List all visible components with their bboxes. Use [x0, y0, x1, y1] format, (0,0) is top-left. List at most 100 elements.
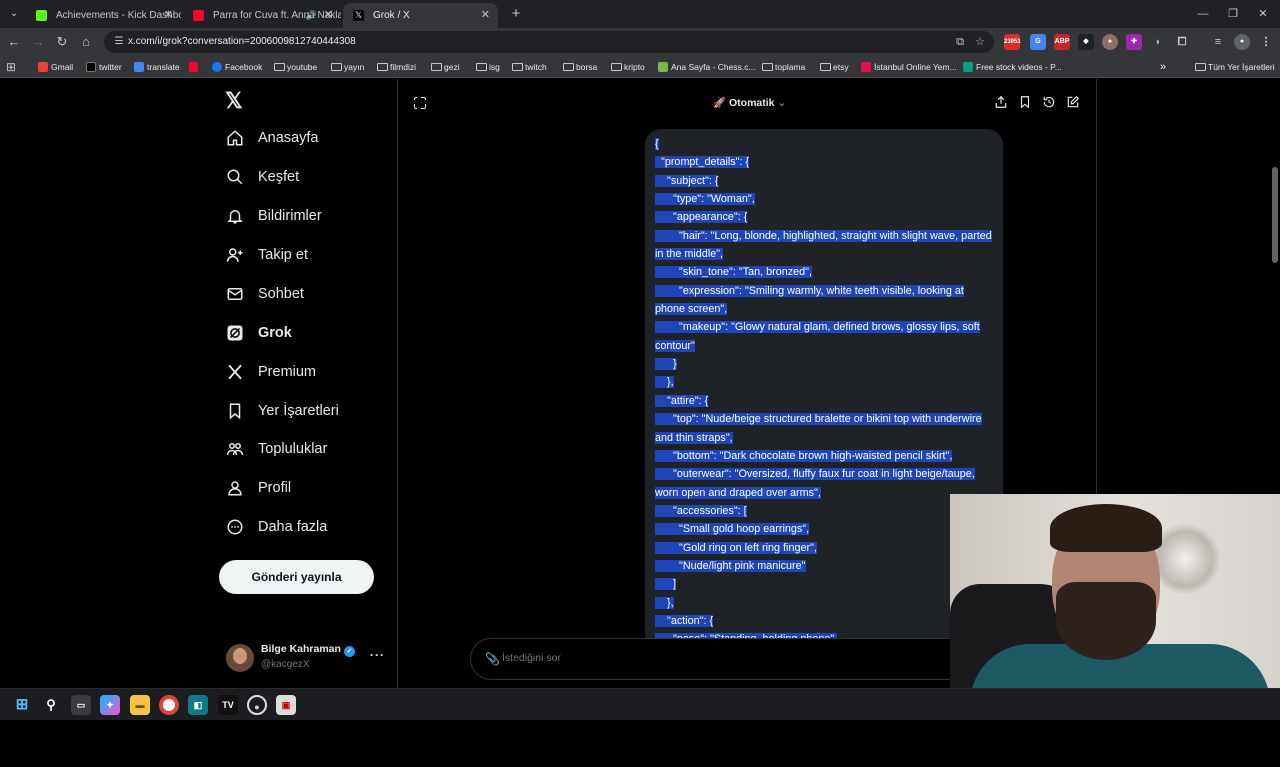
- extensions-puzzle-icon[interactable]: ⧠: [1174, 34, 1190, 50]
- tab-search-icon[interactable]: ⌄: [4, 4, 24, 24]
- fullscreen-icon[interactable]: [413, 96, 426, 109]
- site-info-icon[interactable]: ☰: [112, 35, 126, 49]
- bookmark-folder-borsa[interactable]: borsa: [563, 56, 597, 78]
- speaker-icon[interactable]: 🔊: [306, 3, 317, 28]
- sidebar-item-label: Bildirimler: [258, 208, 322, 224]
- bookmark-gmail[interactable]: Gmail: [38, 56, 73, 78]
- attach-icon[interactable]: 📎: [485, 652, 500, 666]
- restore-button[interactable]: ❐: [1218, 4, 1248, 24]
- bookmark-folder-kripto[interactable]: kripto: [611, 56, 645, 78]
- extension-badge-icon[interactable]: 23951: [1004, 34, 1021, 50]
- account-switcher[interactable]: Bilge Kahraman ✓ @kacgezX ···: [226, 642, 386, 674]
- audio-extension-icon[interactable]: ◗: [1150, 34, 1166, 50]
- bookmark-folder-etsy[interactable]: etsy: [820, 56, 849, 78]
- adblock-extension-icon[interactable]: ABP: [1054, 34, 1070, 50]
- apps-grid-icon[interactable]: ⊞: [6, 56, 16, 78]
- cookie-extension-icon[interactable]: ●: [1102, 34, 1118, 50]
- message-line: worn open and draped over arms",: [655, 484, 993, 502]
- bookmark-folder-isg[interactable]: isg: [476, 56, 500, 78]
- bookmark-yemeksepeti[interactable]: İstanbul Online Yem...: [861, 56, 957, 78]
- bookmarks-overflow-icon[interactable]: »: [1160, 56, 1166, 78]
- sidebar-item-premium[interactable]: Premium: [226, 357, 386, 387]
- back-button[interactable]: ←: [4, 32, 24, 52]
- file-explorer-icon[interactable]: ▬: [130, 695, 150, 715]
- close-tab-icon[interactable]: ✕: [164, 3, 173, 28]
- sidebar-item-grok[interactable]: Grok: [226, 318, 386, 348]
- tradingview-icon[interactable]: TV: [218, 695, 238, 715]
- url-text[interactable]: x.com/i/grok?conversation=20060098127404…: [128, 31, 356, 53]
- ask-input[interactable]: 📎 İstediğini sor: [470, 638, 1030, 680]
- bookmark-pexels[interactable]: Free stock videos - P...: [963, 56, 1062, 78]
- sidebar-item-bookmarks[interactable]: Yer İşaretleri: [226, 396, 386, 426]
- x-favicon-icon: 𝕏: [353, 10, 364, 21]
- sidebar-item-messages[interactable]: Sohbet: [226, 279, 386, 309]
- close-window-button[interactable]: ✕: [1248, 4, 1278, 24]
- bookmark-twitter[interactable]: twitter: [86, 56, 122, 78]
- bookmark-red-video[interactable]: [189, 56, 200, 78]
- bookmark-facebook[interactable]: Facebook: [212, 56, 262, 78]
- history-icon[interactable]: [1042, 95, 1056, 109]
- install-app-icon[interactable]: ⧉: [952, 34, 968, 50]
- selected-text: "accessories": [: [655, 504, 747, 517]
- scrollbar-thumb[interactable]: [1272, 167, 1278, 263]
- bookmark-folder-twitch[interactable]: twitch: [512, 56, 547, 78]
- windows-start-icon[interactable]: ⊞: [12, 695, 32, 715]
- copilot-icon[interactable]: ✦: [100, 695, 120, 715]
- minimize-button[interactable]: —: [1188, 4, 1218, 24]
- mode-selector[interactable]: 🚀 Otomatik ⌄: [713, 96, 786, 109]
- reading-list-icon[interactable]: ≡: [1210, 34, 1226, 50]
- tab-grok[interactable]: 𝕏 Grok / X ✕: [343, 3, 498, 28]
- post-button[interactable]: Gönderi yayınla: [219, 560, 374, 594]
- mail-icon: [227, 288, 243, 300]
- sidebar-item-follow[interactable]: Takip et: [226, 240, 386, 270]
- app-icon[interactable]: ▣: [276, 695, 296, 715]
- taskbar-search-icon[interactable]: ⚲: [41, 695, 61, 715]
- bookmark-folder-youtube[interactable]: youtube: [274, 56, 317, 78]
- address-bar[interactable]: ☰ x.com/i/grok?conversation=200600981274…: [104, 31, 994, 53]
- tab-youtube-music[interactable]: Parra for Cuva ft. Anna Naklab 🔊 ✕: [183, 3, 341, 28]
- reload-button[interactable]: ↻: [52, 32, 72, 52]
- sidebar-item-label: Sohbet: [258, 286, 304, 302]
- bookmark-translate[interactable]: translate: [134, 56, 180, 78]
- new-tab-button[interactable]: +: [506, 4, 526, 24]
- selected-text: "Gold ring on left ring finger",: [655, 541, 817, 554]
- sidebar-item-more[interactable]: Daha fazla: [226, 512, 386, 542]
- diamond-extension-icon[interactable]: ◆: [1078, 34, 1094, 50]
- chrome-icon[interactable]: [159, 695, 179, 715]
- bookmark-folder-yayin[interactable]: yayın: [331, 56, 364, 78]
- bookmark-star-icon[interactable]: ☆: [972, 34, 988, 50]
- selected-text: "subject": {: [655, 174, 719, 187]
- new-chat-icon[interactable]: [1066, 95, 1080, 109]
- translate-extension-icon[interactable]: G: [1030, 34, 1046, 50]
- sidebar-item-explore[interactable]: Keşfet: [226, 162, 386, 192]
- grok-icon: [227, 325, 243, 341]
- share-icon[interactable]: [994, 95, 1008, 109]
- browser-menu-icon[interactable]: ⋮: [1258, 34, 1274, 50]
- sidebar-item-home[interactable]: Anasayfa: [226, 123, 386, 153]
- bookmark-folder-toplama[interactable]: toplama: [762, 56, 805, 78]
- sidebar-item-profile[interactable]: Profil: [226, 473, 386, 503]
- sidebar-item-notifications[interactable]: Bildirimler: [226, 201, 386, 231]
- close-tab-icon[interactable]: ✕: [324, 3, 333, 28]
- home-button[interactable]: ⌂: [76, 32, 96, 52]
- all-bookmarks[interactable]: Tüm Yer İşaretleri: [1195, 56, 1275, 78]
- task-view-icon[interactable]: ▭: [71, 695, 91, 715]
- bookmark-folder-filmdizi[interactable]: filmdizi: [377, 56, 416, 78]
- folder-icon: [377, 63, 388, 71]
- purple-extension-icon[interactable]: ✚: [1126, 34, 1142, 50]
- bookmark-folder-gezi[interactable]: gezi: [431, 56, 460, 78]
- bell-icon: [227, 210, 243, 224]
- x-logo-icon[interactable]: 𝕏: [225, 88, 243, 114]
- obs-icon[interactable]: ●: [247, 695, 267, 715]
- verified-badge-icon: ✓: [343, 646, 355, 657]
- bookmark-icon[interactable]: [1018, 95, 1032, 109]
- tab-kick-dashboard[interactable]: Achievements - Kick Dashboard ✕: [26, 3, 181, 28]
- message-line: ]: [655, 575, 993, 593]
- app-icon[interactable]: ◧: [188, 695, 208, 715]
- sidebar-item-communities[interactable]: Topluluklar: [226, 434, 386, 464]
- close-tab-icon[interactable]: ✕: [481, 3, 490, 28]
- forward-button[interactable]: →: [28, 32, 48, 52]
- profile-avatar-icon[interactable]: ●: [1234, 34, 1250, 50]
- bookmark-chess[interactable]: Ana Sayfa - Chess.c...: [658, 56, 756, 78]
- more-dots-icon[interactable]: ···: [370, 648, 385, 662]
